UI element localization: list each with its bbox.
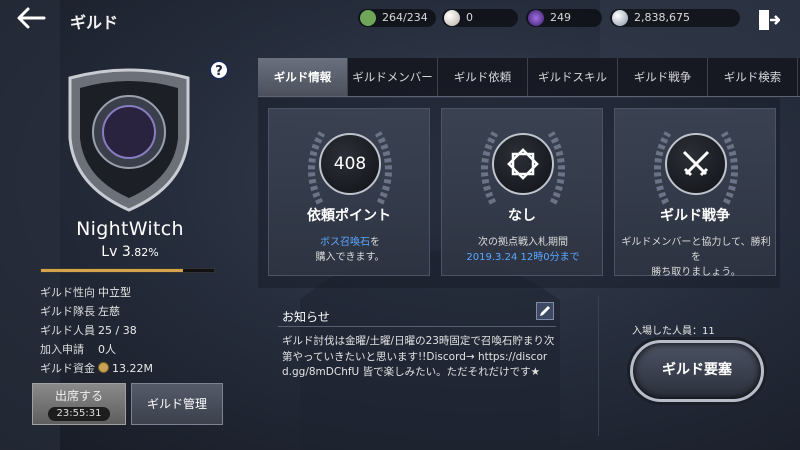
- top-bar: ギルド 264/234 0 249 2,838,675: [0, 0, 800, 36]
- guild-level-label: Lv 3: [101, 244, 131, 260]
- tab-bar: ギルド情報 ギルドメンバー ギルド依頼 ギルドスキル ギルド戦争 ギルド検索: [258, 58, 800, 97]
- stamina-value: 264/234: [382, 11, 428, 24]
- tab-guild-members[interactable]: ギルドメンバー: [348, 58, 438, 96]
- guild-fortress-button[interactable]: ギルド要塞: [630, 340, 764, 402]
- resource-pearl: 0: [442, 9, 518, 27]
- card-title: ギルド戦争: [660, 208, 730, 224]
- card-desc: ボス召喚石を 購入できます。: [273, 235, 427, 265]
- card-title: 依頼ポイント: [307, 208, 391, 224]
- quest-points-badge: 408: [319, 133, 381, 195]
- stamina-icon: [360, 10, 376, 26]
- tab-guild-info[interactable]: ギルド情報: [258, 58, 348, 96]
- card-title: なし: [508, 208, 536, 224]
- info-row-applications: 加入申請 0人: [40, 341, 116, 357]
- tab-guild-war[interactable]: ギルド戦争: [618, 58, 708, 96]
- card-desc-text: を: [370, 237, 380, 248]
- attend-timer: 23:55:31: [48, 407, 110, 421]
- notice-text: ギルド討伐は金曜/土曜/日曜の23時固定で召喚石貯まり次第やっていきたいと思いま…: [282, 335, 555, 378]
- pencil-icon: [540, 306, 550, 316]
- info-row-funds: ギルド資金 13.22M: [40, 360, 153, 376]
- card-desc-highlight: 2019.3.24 12時0分まで: [466, 252, 580, 263]
- guild-level: Lv 3.82%: [20, 244, 240, 260]
- divider: [598, 296, 599, 436]
- tab-guild-search[interactable]: ギルド検索: [708, 58, 798, 96]
- guild-emblem-icon: [68, 68, 190, 212]
- dark-gem-value: 249: [550, 11, 571, 24]
- help-button[interactable]: ?: [209, 60, 229, 80]
- card-desc: ギルドメンバーと協力して、勝利を 勝ち取りましょう。: [619, 235, 773, 280]
- guild-level-percent: .82%: [130, 246, 159, 259]
- guild-war-card[interactable]: ギルド戦争 ギルドメンバーと協力して、勝利を 勝ち取りましょう。: [614, 108, 776, 278]
- attend-button[interactable]: 出席する 23:55:31: [32, 383, 126, 425]
- exit-door-icon[interactable]: [756, 8, 780, 32]
- info-value: 0人: [98, 343, 116, 356]
- edit-notice-button[interactable]: [536, 302, 554, 320]
- page-title: ギルド: [70, 13, 119, 32]
- info-row-leader: ギルド隊長 左慈: [40, 303, 120, 319]
- info-key: ギルド人員: [40, 324, 95, 337]
- info-value: 左慈: [98, 305, 120, 318]
- card-desc-highlight: ボス召喚石: [320, 237, 370, 248]
- card-desc: 次の拠点戦入札期間 2019.3.24 12時0分まで: [446, 235, 600, 265]
- info-value: 25 / 38: [98, 324, 137, 337]
- notice-title: お知らせ: [282, 310, 330, 324]
- card-desc-text: 購入できます。: [315, 252, 385, 263]
- tab-guild-quests[interactable]: ギルド依頼: [438, 58, 528, 96]
- info-key: 加入申請: [40, 343, 84, 356]
- tab-guild-skills[interactable]: ギルドスキル: [528, 58, 618, 96]
- info-key: ギルド性向: [40, 286, 95, 299]
- divider: [278, 326, 556, 327]
- pearl-icon: [444, 10, 460, 26]
- info-key: ギルド資金: [40, 362, 95, 375]
- back-arrow-icon[interactable]: [14, 6, 48, 30]
- guild-xp-fill: [41, 269, 183, 272]
- crossed-swords-icon: [665, 133, 727, 195]
- resource-stamina: 264/234: [358, 9, 436, 27]
- card-desc-text: ギルドメンバーと協力して、勝利を: [621, 237, 771, 263]
- info-value: 中立型: [98, 286, 131, 299]
- resource-silver: 2,838,675: [610, 9, 740, 27]
- stronghold-emblem-icon: [492, 133, 554, 195]
- guild-name: NightWitch: [76, 218, 184, 240]
- gold-coin-icon: [98, 362, 109, 373]
- info-row-members: ギルド人員 25 / 38: [40, 322, 137, 338]
- pearl-value: 0: [466, 11, 473, 24]
- resource-dark-gem: 249: [526, 9, 602, 27]
- guild-manage-button[interactable]: ギルド管理: [131, 383, 223, 425]
- silver-coin-icon: [612, 10, 628, 26]
- stronghold-card[interactable]: なし 次の拠点戦入札期間 2019.3.24 12時0分まで: [441, 108, 603, 276]
- card-desc-text: 勝ち取りましょう。: [651, 267, 741, 278]
- info-row-alignment: ギルド性向 中立型: [40, 284, 131, 300]
- quest-points-card[interactable]: 408 依頼ポイント ボス召喚石を 購入できます。: [268, 108, 430, 276]
- dark-gem-icon: [528, 10, 544, 26]
- info-value: 13.22M: [112, 362, 153, 375]
- attend-label: 出席する: [54, 389, 103, 403]
- entered-members-label: 入場した人員：11: [632, 326, 715, 337]
- guild-xp-bar: [40, 268, 215, 273]
- info-key: ギルド隊長: [40, 305, 95, 318]
- silver-value: 2,838,675: [634, 11, 690, 24]
- card-desc-text: 次の拠点戦入札期間: [478, 237, 568, 248]
